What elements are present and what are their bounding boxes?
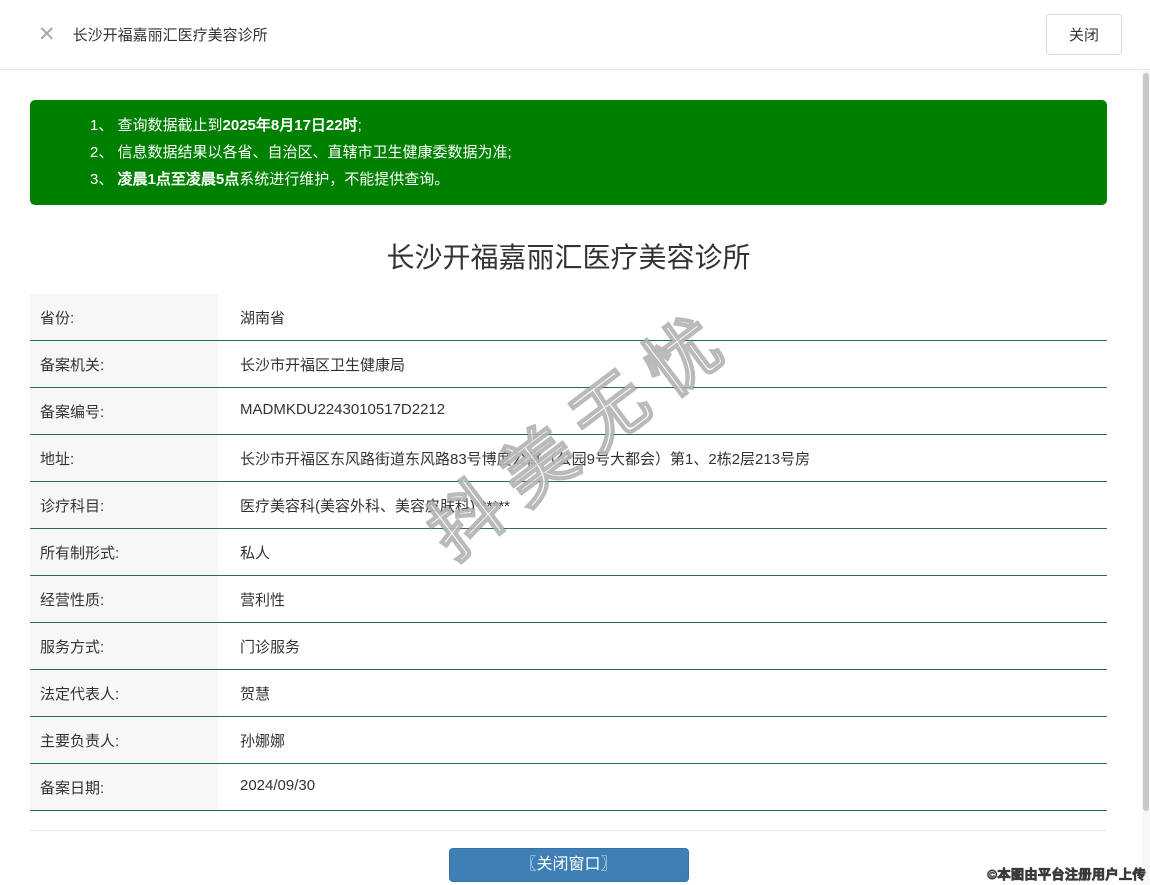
row-label: 诊疗科目: <box>30 482 218 528</box>
notice-line: 2、 信息数据结果以各省、自治区、直辖市卫生健康委数据为准; <box>90 139 1107 166</box>
table-row: 所有制形式: 私人 <box>30 529 1107 576</box>
close-icon[interactable]: ✕ <box>38 24 56 45</box>
row-value: 门诊服务 <box>240 639 301 656</box>
table-row: 备案日期: 2024/09/30 <box>30 764 1107 811</box>
row-label: 备案编号: <box>30 388 218 434</box>
page-title: 长沙开福嘉丽汇医疗美容诊所 <box>386 242 751 273</box>
row-label: 服务方式: <box>30 623 218 669</box>
row-value: 孙娜娜 <box>240 733 286 750</box>
scrollbar-track[interactable] <box>1142 71 1150 885</box>
row-value: 医疗美容科(美容外科、美容皮肤科)****** <box>240 498 511 515</box>
footer: 〖关闭窗口〗 <box>30 830 1107 882</box>
window-title: 长沙开福嘉丽汇医疗美容诊所 <box>72 27 268 44</box>
notice-text: 系统进行维护，不能提供查询。 <box>239 171 450 188</box>
notice-text: 3、 <box>90 171 118 188</box>
table-row: 地址: 长沙市开福区东风路街道东风路83号博度公寓（公园9号大都会）第1、2栋2… <box>30 435 1107 482</box>
table-row: 服务方式: 门诊服务 <box>30 623 1107 670</box>
row-value: 湖南省 <box>240 310 286 327</box>
table-row: 经营性质: 营利性 <box>30 576 1107 623</box>
notice-bold-text: 凌晨1点至凌晨5点 <box>117 171 240 188</box>
row-label: 地址: <box>30 435 218 481</box>
table-row: 备案编号: MADMKDU2243010517D2212 <box>30 388 1107 435</box>
table-row: 法定代表人: 贺慧 <box>30 670 1107 717</box>
row-label: 所有制形式: <box>30 529 218 575</box>
row-label: 备案机关: <box>30 341 218 387</box>
table-row: 主要负责人: 孙娜娜 <box>30 717 1107 764</box>
row-value: MADMKDU2243010517D2212 <box>240 401 446 418</box>
table-row: 省份: 湖南省 <box>30 294 1107 341</box>
row-value: 长沙市开福区东风路街道东风路83号博度公寓（公园9号大都会）第1、2栋2层213… <box>240 451 811 468</box>
notice-text: 1、 查询数据截止到 <box>90 117 223 134</box>
detail-table: 省份: 湖南省 备案机关: 长沙市开福区卫生健康局 备案编号: MADMKDU2… <box>30 294 1107 811</box>
row-label: 备案日期: <box>30 764 218 810</box>
row-value: 私人 <box>240 545 271 562</box>
notice-line: 1、 查询数据截止到2025年8月17日22时; <box>90 112 1107 139</box>
row-value: 长沙市开福区卫生健康局 <box>240 357 406 374</box>
close-button[interactable]: 关闭 <box>1045 14 1122 55</box>
close-window-button[interactable]: 〖关闭窗口〗 <box>448 848 689 882</box>
notice-text: 2、 信息数据结果以各省、自治区、直辖市卫生健康委数据为准; <box>90 144 512 161</box>
notice-line: 3、 凌晨1点至凌晨5点系统进行维护，不能提供查询。 <box>90 166 1107 193</box>
notice-box: 1、 查询数据截止到2025年8月17日22时; 2、 信息数据结果以各省、自治… <box>30 100 1107 205</box>
row-label: 经营性质: <box>30 576 218 622</box>
table-row: 备案机关: 长沙市开福区卫生健康局 <box>30 341 1107 388</box>
notice-bold-text: 2025年8月17日22时 <box>222 117 358 134</box>
row-value: 贺慧 <box>240 686 271 703</box>
scrollbar-thumb[interactable] <box>1143 73 1149 811</box>
main-content: 1、 查询数据截止到2025年8月17日22时; 2、 信息数据结果以各省、自治… <box>0 70 1142 882</box>
row-label: 法定代表人: <box>30 670 218 716</box>
notice-text: ; <box>357 117 362 134</box>
row-label: 省份: <box>30 294 218 340</box>
row-value: 2024/09/30 <box>240 777 316 794</box>
row-value: 营利性 <box>240 592 286 609</box>
table-row: 诊疗科目: 医疗美容科(美容外科、美容皮肤科)****** <box>30 482 1107 529</box>
topbar: ✕ 长沙开福嘉丽汇医疗美容诊所 关闭 <box>0 0 1150 70</box>
row-label: 主要负责人: <box>30 717 218 763</box>
